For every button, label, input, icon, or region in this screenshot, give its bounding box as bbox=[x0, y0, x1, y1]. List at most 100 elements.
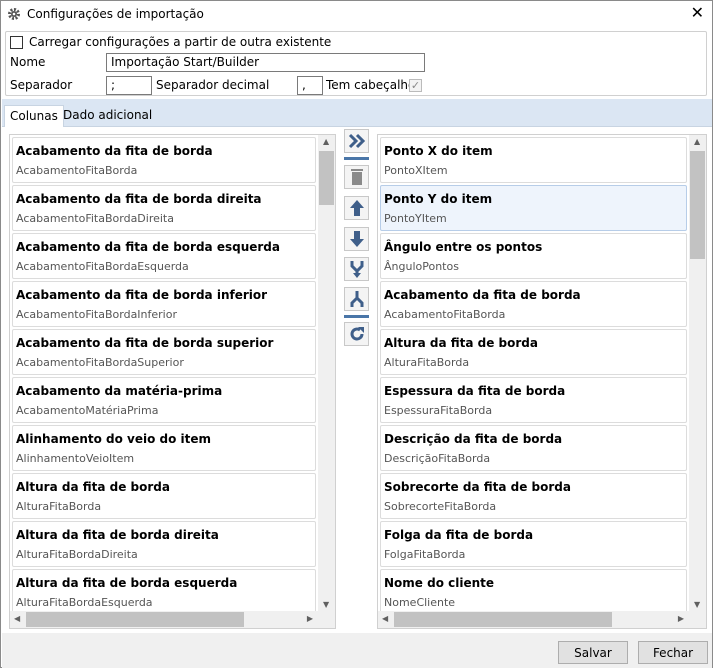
list-item[interactable]: Nome do cliente NomeCliente bbox=[380, 569, 687, 615]
item-title: Alinhamento do veio do item bbox=[16, 432, 212, 446]
double-chevron-right-icon bbox=[348, 133, 365, 149]
item-field: AcabamentoMatériaPrima bbox=[16, 404, 159, 417]
move-up-button[interactable] bbox=[344, 196, 369, 220]
item-title: Acabamento da fita de borda superior bbox=[16, 336, 274, 350]
item-title: Acabamento da matéria-prima bbox=[16, 384, 223, 398]
list-item[interactable]: Ângulo entre os pontos ÂnguloPontos bbox=[380, 233, 687, 279]
merge-button[interactable] bbox=[344, 257, 369, 281]
close-icon[interactable]: ✕ bbox=[691, 3, 704, 22]
tab-strip: Colunas Dado adicional bbox=[2, 99, 712, 127]
item-field: NomeCliente bbox=[384, 596, 456, 609]
item-title: Altura da fita de borda direita bbox=[16, 528, 219, 542]
item-field: AcabamentoFitaBorda bbox=[16, 164, 138, 177]
horizontal-scrollbar[interactable]: ◀ ▶ bbox=[378, 611, 706, 628]
delete-button[interactable] bbox=[344, 165, 369, 189]
split-button[interactable] bbox=[344, 287, 369, 311]
list-item[interactable]: Altura da fita de borda AlturaFitaBorda bbox=[12, 473, 316, 519]
item-title: Ponto Y do item bbox=[384, 192, 493, 206]
trash-icon bbox=[350, 169, 363, 185]
vertical-scrollbar[interactable]: ▲ ▼ bbox=[689, 135, 706, 611]
save-button[interactable]: Salvar bbox=[558, 641, 628, 664]
load-existing-checkbox[interactable] bbox=[10, 35, 23, 49]
has-header-label: Tem cabeçalho bbox=[326, 78, 416, 92]
item-field: AcabamentoFitaBordaInferior bbox=[16, 308, 177, 321]
has-header-checkbox[interactable]: ✓ bbox=[409, 79, 422, 92]
item-title: Ponto X do item bbox=[384, 144, 493, 158]
tab-columns[interactable]: Colunas bbox=[4, 105, 64, 127]
item-title: Espessura da fita de borda bbox=[384, 384, 566, 398]
item-field: AcabamentoFitaBordaEsquerda bbox=[16, 260, 189, 273]
divider bbox=[344, 157, 369, 160]
list-item[interactable]: Acabamento da matéria-prima AcabamentoMat… bbox=[12, 377, 316, 423]
arrow-up-icon bbox=[349, 200, 364, 216]
list-item[interactable]: Descrição da fita de borda DescriçãoFitaB… bbox=[380, 425, 687, 471]
list-item[interactable]: Acabamento da fita de borda inferior Acab… bbox=[12, 281, 316, 327]
list-item[interactable]: Espessura da fita de borda EspessuraFitaB… bbox=[380, 377, 687, 423]
move-down-button[interactable] bbox=[344, 227, 369, 251]
item-title: Altura da fita de borda esquerda bbox=[16, 576, 238, 590]
item-title: Altura da fita de borda bbox=[384, 336, 538, 350]
item-field: PontoXItem bbox=[384, 164, 448, 177]
item-title: Nome do cliente bbox=[384, 576, 495, 590]
tab-additional-data[interactable]: Dado adicional bbox=[58, 105, 157, 127]
item-field: EspessuraFitaBorda bbox=[384, 404, 493, 417]
item-title: Acabamento da fita de borda inferior bbox=[16, 288, 268, 302]
settings-group: Carregar configurações a partir de outra… bbox=[5, 31, 707, 96]
decimal-separator-label: Separador decimal bbox=[156, 78, 270, 92]
import-settings-window: Configurações de importação ✕ Carregar c… bbox=[0, 0, 713, 668]
list-item[interactable]: Acabamento da fita de borda esquerda Acab… bbox=[12, 233, 316, 279]
list-item[interactable]: Folga da fita de borda FolgaFitaBorda bbox=[380, 521, 687, 567]
list-item[interactable]: Acabamento da fita de borda direita Acaba… bbox=[12, 185, 316, 231]
available-columns-list: Acabamento da fita de borda AcabamentoFit… bbox=[9, 134, 336, 629]
name-input[interactable]: Importação Start/Builder bbox=[106, 53, 425, 72]
item-title: Acabamento da fita de borda bbox=[16, 144, 213, 158]
decimal-separator-input[interactable]: , bbox=[297, 76, 323, 95]
item-field: SobrecorteFitaBorda bbox=[384, 500, 497, 513]
close-button[interactable]: Fechar bbox=[638, 641, 708, 664]
item-title: Acabamento da fita de borda esquerda bbox=[16, 240, 280, 254]
item-field: AlturaFitaBordaDireita bbox=[16, 548, 138, 561]
separator-input[interactable]: ; bbox=[106, 76, 152, 95]
item-title: Sobrecorte da fita de borda bbox=[384, 480, 571, 494]
refresh-button[interactable] bbox=[344, 322, 369, 346]
split-icon bbox=[350, 291, 363, 307]
selected-columns-list: Ponto X do item PontoXItem Ponto Y do item… bbox=[377, 134, 707, 629]
load-existing-row: Carregar configurações a partir de outra… bbox=[10, 35, 331, 49]
item-title: Descrição da fita de borda bbox=[384, 432, 563, 446]
horizontal-scrollbar[interactable]: ◀ ▶ bbox=[10, 611, 335, 628]
item-field: AcabamentoFitaBordaDireita bbox=[16, 212, 174, 225]
item-field: AlturaFitaBordaEsquerda bbox=[16, 596, 153, 609]
item-field: PontoYItem bbox=[384, 212, 447, 225]
merge-icon bbox=[350, 261, 363, 278]
item-field: DescriçãoFitaBorda bbox=[384, 452, 491, 465]
window-title: Configurações de importação bbox=[27, 7, 204, 21]
item-title: Folga da fita de borda bbox=[384, 528, 534, 542]
list-item[interactable]: Altura da fita de borda direita AlturaFit… bbox=[12, 521, 316, 567]
gear-icon bbox=[8, 8, 20, 20]
vertical-scrollbar[interactable]: ▲ ▼ bbox=[318, 135, 335, 611]
list-item[interactable]: Ponto X do item PontoXItem bbox=[380, 137, 687, 183]
title-bar: Configurações de importação bbox=[7, 5, 204, 23]
list-item[interactable]: Altura da fita de borda esquerda AlturaFi… bbox=[12, 569, 316, 615]
add-all-button[interactable] bbox=[344, 129, 369, 153]
separator-label: Separador bbox=[10, 78, 73, 92]
list-item[interactable]: Sobrecorte da fita de borda SobrecorteFit… bbox=[380, 473, 687, 519]
refresh-icon bbox=[350, 327, 364, 341]
name-label: Nome bbox=[10, 55, 46, 69]
list-item[interactable]: Acabamento da fita de borda AcabamentoFit… bbox=[380, 281, 687, 327]
list-item[interactable]: Altura da fita de borda AlturaFitaBorda bbox=[380, 329, 687, 375]
item-title: Acabamento da fita de borda direita bbox=[16, 192, 262, 206]
list-item[interactable]: Acabamento da fita de borda AcabamentoFit… bbox=[12, 137, 316, 183]
list-item[interactable]: Acabamento da fita de borda superior Acab… bbox=[12, 329, 316, 375]
item-field: AcabamentoFitaBorda bbox=[384, 308, 506, 321]
list-item[interactable]: Ponto Y do item PontoYItem bbox=[380, 185, 687, 231]
item-field: ÂnguloPontos bbox=[384, 260, 459, 273]
item-field: AlturaFitaBorda bbox=[384, 356, 470, 369]
divider bbox=[344, 315, 369, 318]
item-field: AlturaFitaBorda bbox=[16, 500, 102, 513]
list-item[interactable]: Alinhamento do veio do item AlinhamentoVe… bbox=[12, 425, 316, 471]
item-field: FolgaFitaBorda bbox=[384, 548, 466, 561]
item-field: AcabamentoFitaBordaSuperior bbox=[16, 356, 184, 369]
arrow-down-icon bbox=[349, 231, 364, 247]
load-existing-label: Carregar configurações a partir de outra… bbox=[29, 35, 332, 49]
